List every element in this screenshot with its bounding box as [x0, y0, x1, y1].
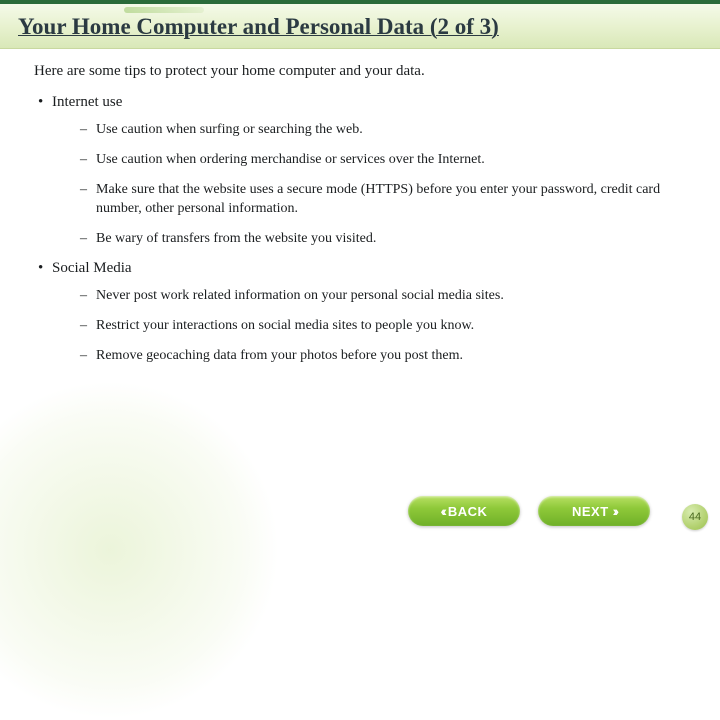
list-item: Use caution when surfing or searching th… — [80, 121, 682, 139]
sub-list: Use caution when surfing or searching th… — [34, 121, 692, 248]
back-button[interactable]: ‹‹ BACK — [408, 496, 520, 526]
next-label: NEXT — [572, 504, 609, 519]
back-label: BACK — [448, 504, 488, 519]
background-decoration — [0, 380, 280, 720]
list-item: Make sure that the website uses a secure… — [80, 181, 682, 217]
page-number: 44 — [689, 511, 701, 523]
content-area: Here are some tips to protect your home … — [0, 49, 720, 388]
page-title: Your Home Computer and Personal Data (2 … — [18, 14, 702, 40]
list-item: Be wary of transfers from the website yo… — [80, 230, 682, 248]
sub-list: Never post work related information on y… — [34, 287, 692, 366]
chevron-right-icon: ›› — [613, 503, 616, 519]
list-item: Never post work related information on y… — [80, 287, 682, 305]
next-button[interactable]: NEXT ›› — [538, 496, 650, 526]
nav-bar: ‹‹ BACK NEXT ›› — [408, 496, 650, 526]
chevron-left-icon: ‹‹ — [441, 503, 444, 519]
section-heading: Social Media — [34, 260, 692, 277]
title-bar: Your Home Computer and Personal Data (2 … — [0, 4, 720, 49]
section-internet-use: Internet use Use caution when surfing or… — [34, 94, 692, 248]
page-number-badge: 44 — [682, 504, 708, 530]
section-list: Internet use Use caution when surfing or… — [34, 94, 692, 366]
list-item: Restrict your interactions on social med… — [80, 317, 682, 335]
list-item: Use caution when ordering merchandise or… — [80, 151, 682, 169]
section-heading: Internet use — [34, 94, 692, 111]
list-item: Remove geocaching data from your photos … — [80, 347, 682, 365]
intro-text: Here are some tips to protect your home … — [34, 63, 692, 80]
section-social-media: Social Media Never post work related inf… — [34, 260, 692, 366]
